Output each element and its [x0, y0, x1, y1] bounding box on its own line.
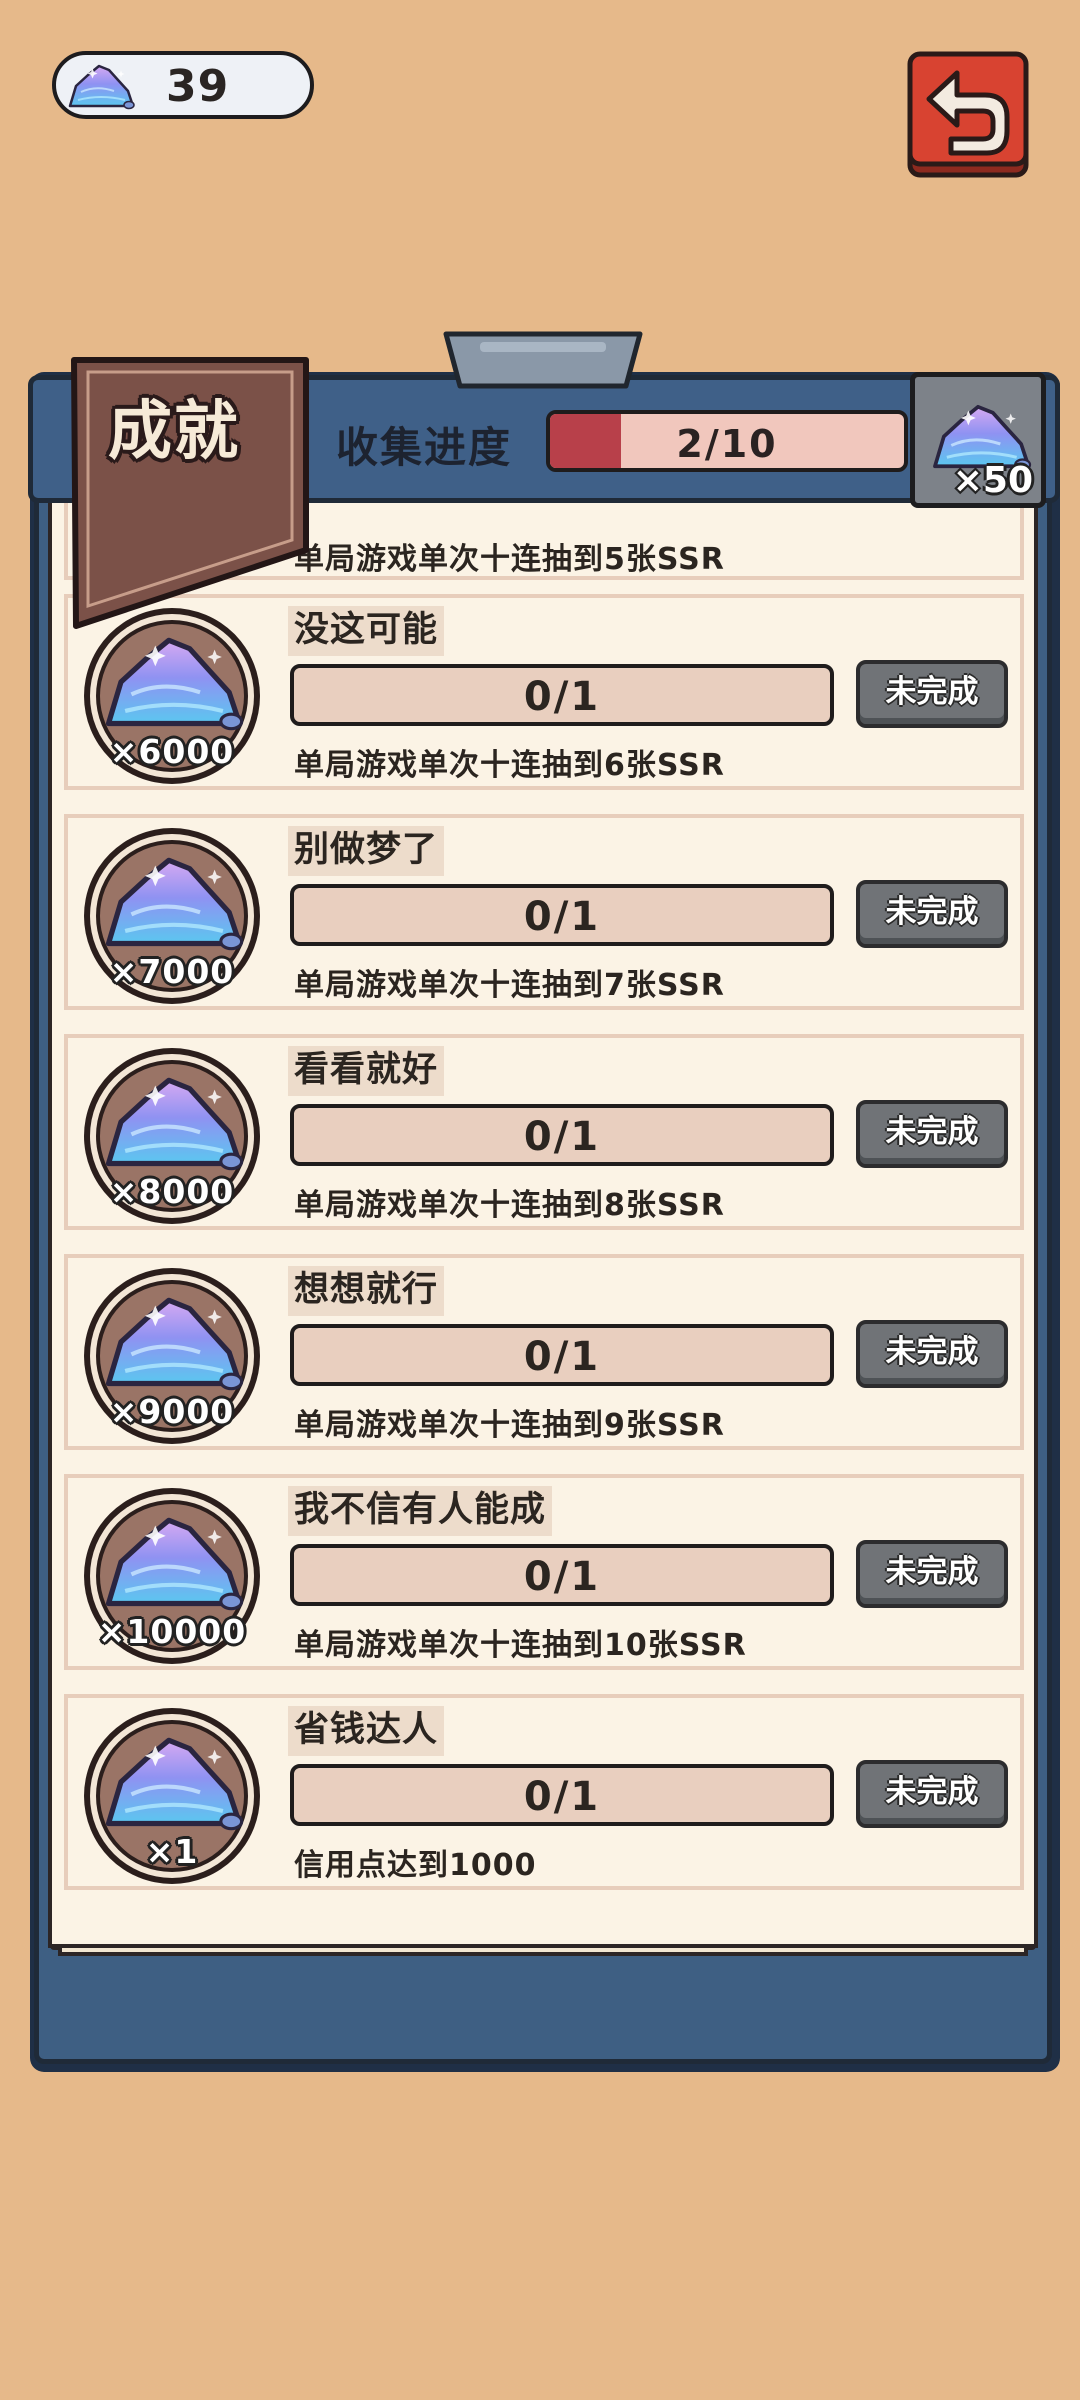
reward-quantity: ×10000	[97, 1612, 247, 1651]
currency-display: 39	[52, 51, 314, 119]
achievement-card: ×7000 别做梦了 0/1 未完成单局游戏单次十连抽到7张SSR	[64, 814, 1024, 1010]
reward-quantity: ×7000	[109, 952, 235, 991]
status-button[interactable]: 未完成	[856, 660, 1008, 728]
page-title: 成就	[108, 395, 240, 469]
achievement-progress-bar: 0/1	[290, 1764, 834, 1826]
collection-progress-label: 收集进度	[336, 423, 513, 472]
currency-value: 39	[166, 61, 230, 112]
reward-quantity: ×9000	[109, 1392, 235, 1431]
status-button[interactable]: 未完成	[856, 880, 1008, 948]
status-button[interactable]: 未完成	[856, 1320, 1008, 1388]
achievement-name: 看看就好	[288, 1046, 445, 1096]
achievement-progress-text: 0/1	[523, 1114, 601, 1160]
achievement-description: 单局游戏单次十连抽到7张SSR	[294, 968, 725, 1003]
achievement-progress-bar: 0/1	[290, 1324, 834, 1386]
achievement-progress-text: 0/1	[523, 1554, 601, 1600]
achievement-description: 单局游戏单次十连抽到9张SSR	[294, 1408, 725, 1443]
achievement-card: ×8000 看看就好 0/1 未完成单局游戏单次十连抽到8张SSR	[64, 1034, 1024, 1230]
achievement-progress-bar: 0/1	[290, 1104, 834, 1166]
collection-reward-qty: ×50	[952, 460, 1033, 501]
achievement-description: 单局游戏单次十连抽到8张SSR	[294, 1188, 725, 1223]
reward-quantity: ×8000	[109, 1172, 235, 1211]
achievement-progress-bar: 0/1	[290, 884, 834, 946]
achievement-card: ×1 省钱达人 0/1 未完成信用点达到1000	[64, 1694, 1024, 1890]
achievement-description: 单局游戏单次十连抽到6张SSR	[294, 748, 725, 783]
collection-progress-text: 2/10	[676, 422, 778, 466]
achievement-list-panel[interactable]: 单局游戏单次十连抽到5张SSR ×6000 没这可能 0/1 未完成 单局游戏单次十连抽…	[48, 496, 1038, 1948]
achievement-card: ×9000 想想就行 0/1 未完成单局游戏单次十连抽到9张SSR	[64, 1254, 1024, 1450]
achievement-description: 信用点达到1000	[294, 1848, 537, 1883]
achievement-name: 想想就行	[288, 1266, 445, 1316]
achievement-progress-text: 0/1	[523, 674, 601, 720]
back-button[interactable]	[907, 51, 1029, 179]
status-button[interactable]: 未完成	[856, 1760, 1008, 1828]
reward-quantity: ×1	[145, 1832, 199, 1871]
collection-progress-bar: 2/10	[546, 410, 908, 472]
board-clip	[443, 331, 643, 389]
achievement-card: ×10000 我不信有人能成 0/1 未完成单局游戏单次十连抽到10张SSR	[64, 1474, 1024, 1670]
reward-quantity: ×6000	[109, 732, 235, 771]
achievement-description: 单局游戏单次十连抽到5张SSR	[294, 542, 725, 577]
achievement-progress-text: 0/1	[523, 1774, 601, 1820]
achievement-progress-bar: 0/1	[290, 1544, 834, 1606]
status-button[interactable]: 未完成	[856, 1540, 1008, 1608]
achievement-name: 没这可能	[288, 606, 445, 656]
collection-reward[interactable]: ×50	[910, 372, 1046, 508]
achievement-name: 我不信有人能成	[288, 1486, 553, 1536]
achievement-progress-bar: 0/1	[290, 664, 834, 726]
achievement-description: 单局游戏单次十连抽到10张SSR	[294, 1628, 747, 1663]
achievement-name: 省钱达人	[288, 1706, 445, 1756]
achievement-name: 别做梦了	[288, 826, 445, 876]
status-button[interactable]: 未完成	[856, 1100, 1008, 1168]
achievement-progress-text: 0/1	[523, 894, 601, 940]
achievement-progress-text: 0/1	[523, 1334, 601, 1380]
crystal-gem-icon	[66, 61, 136, 113]
